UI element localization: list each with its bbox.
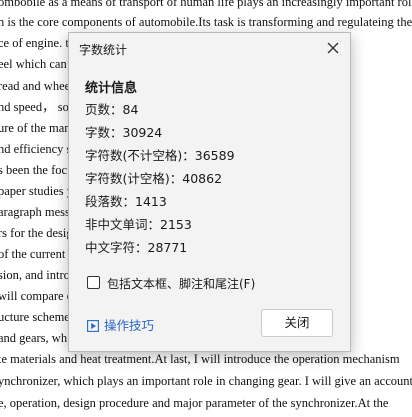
document-line: ynchronizer, which plays an important ro…	[0, 374, 412, 388]
statistics-heading: 统计信息	[85, 81, 138, 96]
close-button[interactable]: 关闭	[261, 309, 333, 337]
close-icon[interactable]	[324, 39, 342, 57]
dialog-titlebar[interactable]: 字数统计	[69, 33, 350, 63]
checkbox-box[interactable]	[87, 276, 100, 289]
word-count-dialog: 字数统计 统计信息 页数：84 字数：30924 字符数(不计空格)：36589…	[68, 32, 351, 352]
chinese-characters: 中文字符：28771	[85, 240, 188, 255]
document-line: n is the core components of automobile.I…	[0, 15, 412, 29]
dialog-title: 字数统计	[79, 43, 128, 57]
word-count: 字数：30924	[85, 125, 163, 140]
document-line: te materials and heat treatment.At last,…	[0, 352, 400, 366]
chars-no-spaces: 字符数(不计空格)：36589	[85, 148, 235, 163]
document-line: ombobile as a means of transport of huma…	[0, 0, 412, 9]
checkbox-label[interactable]: 包括文本框、脚注和尾注(F)	[107, 275, 255, 292]
document-line: of the current	[0, 247, 66, 261]
chars-with-spaces: 字符数(计空格)：40862	[85, 171, 223, 186]
document-line: and gears, wh	[0, 331, 68, 345]
document-line: s been the foc	[0, 163, 68, 177]
page-count: 页数：84	[85, 102, 139, 117]
paragraph-count: 段落数：1413	[85, 194, 167, 209]
play-icon	[87, 317, 99, 332]
non-chinese-words: 非中文单词：2153	[85, 217, 192, 232]
document-line: e, operation, design procedure and major…	[0, 396, 389, 410]
tips-label[interactable]: 操作技巧	[104, 315, 154, 334]
